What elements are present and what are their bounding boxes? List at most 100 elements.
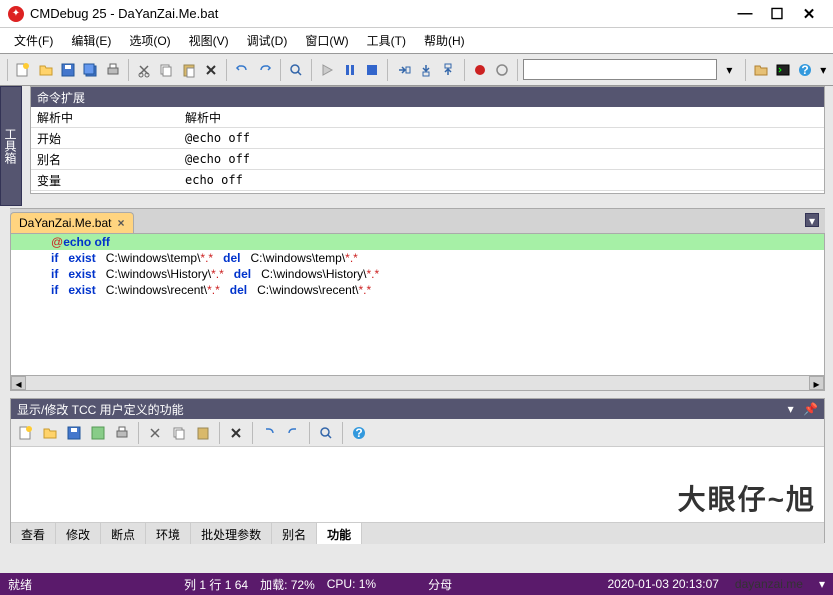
- command-expand-panel: 命令扩展 解析中解析中 开始@echo off 别名@echo off 变量ec…: [30, 86, 825, 194]
- app-icon: ✦: [8, 6, 24, 22]
- toolbox-sidebar[interactable]: 工具箱: [0, 86, 22, 206]
- code-line: if exist C:\windows\recent\*.* del C:\wi…: [11, 282, 824, 298]
- folder-open2-icon[interactable]: [750, 59, 770, 81]
- copy-icon[interactable]: [156, 59, 176, 81]
- cmd-row[interactable]: 解析中解析中: [31, 107, 824, 128]
- minimize-button[interactable]: —: [729, 5, 761, 22]
- watermark-url: dayanzai.me: [735, 577, 803, 591]
- menu-view[interactable]: 视图(V): [181, 29, 237, 52]
- tab-modify[interactable]: 修改: [56, 523, 101, 544]
- pause-icon[interactable]: [340, 59, 360, 81]
- pin-icon[interactable]: 📌: [803, 402, 818, 416]
- save-icon[interactable]: [63, 422, 85, 444]
- menu-window[interactable]: 窗口(W): [297, 29, 356, 52]
- tab-env[interactable]: 环境: [146, 523, 191, 544]
- paste-icon[interactable]: [192, 422, 214, 444]
- cmd-row[interactable]: 开始@echo off: [31, 128, 824, 149]
- functions-panel-title: 显示/修改 TCC 用户定义的功能: [17, 401, 184, 418]
- stop-icon[interactable]: [362, 59, 382, 81]
- status-position: 列 1 行 1 64: [184, 576, 248, 593]
- svg-text:?: ?: [802, 63, 809, 77]
- file-tab-active[interactable]: DaYanZai.Me.bat ×: [10, 212, 134, 233]
- panel-dropdown-icon[interactable]: ▾: [788, 402, 794, 416]
- watermark-text: 大眼仔~旭: [678, 478, 816, 518]
- toolbar-search-input[interactable]: [523, 59, 717, 80]
- step-over-icon[interactable]: [393, 59, 413, 81]
- tab-batch-params[interactable]: 批处理参数: [191, 523, 272, 544]
- status-ready: 就绪: [8, 576, 32, 593]
- help-icon[interactable]: ?: [795, 59, 815, 81]
- cmd-row[interactable]: 变量echo off: [31, 170, 824, 191]
- statusbar: 就绪 列 1 行 1 64 加载: 72% CPU: 1% 分母 2020-01…: [0, 573, 833, 595]
- file-tab-label: DaYanZai.Me.bat: [19, 216, 112, 230]
- redo-icon[interactable]: [255, 59, 275, 81]
- code-editor[interactable]: @echo off if exist C:\windows\temp\*.* d…: [10, 233, 825, 388]
- code-line: if exist C:\windows\History\*.* del C:\w…: [11, 266, 824, 282]
- step-out-icon[interactable]: [438, 59, 458, 81]
- menubar: 文件(F) 编辑(E) 选项(O) 视图(V) 调试(D) 窗口(W) 工具(T…: [0, 28, 833, 54]
- find-icon[interactable]: [286, 59, 306, 81]
- delete-icon[interactable]: [201, 59, 221, 81]
- tabbar-dropdown-icon[interactable]: ▾: [805, 213, 819, 227]
- open-folder-icon[interactable]: [39, 422, 61, 444]
- window-title: CMDebug 25 - DaYanZai.Me.bat: [30, 6, 729, 21]
- menu-edit[interactable]: 编辑(E): [63, 29, 119, 52]
- find-icon[interactable]: [315, 422, 337, 444]
- tab-breakpoint[interactable]: 断点: [101, 523, 146, 544]
- menu-help[interactable]: 帮助(H): [416, 29, 473, 52]
- console-icon[interactable]: [773, 59, 793, 81]
- svg-text:?: ?: [355, 426, 362, 440]
- main-toolbar: ▾ ? ▾: [0, 54, 833, 86]
- scroll-right-icon[interactable]: ▸: [809, 376, 824, 390]
- copy-icon[interactable]: [168, 422, 190, 444]
- code-line: if exist C:\windows\temp\*.* del C:\wind…: [11, 250, 824, 266]
- cut-icon[interactable]: [144, 422, 166, 444]
- new-file-icon[interactable]: [13, 59, 33, 81]
- functions-body[interactable]: 大眼仔~旭: [11, 447, 824, 522]
- print-icon[interactable]: [111, 422, 133, 444]
- tab-close-icon[interactable]: ×: [118, 216, 125, 230]
- status-time: 2020-01-03 20:13:07: [607, 577, 718, 591]
- status-cpu: CPU: 1%: [327, 577, 376, 591]
- tab-alias[interactable]: 别名: [272, 523, 317, 544]
- cut-icon[interactable]: [134, 59, 154, 81]
- menu-file[interactable]: 文件(F): [6, 29, 61, 52]
- help-dropdown-icon[interactable]: ▾: [818, 59, 829, 81]
- print-icon[interactable]: [102, 59, 122, 81]
- undo-icon[interactable]: [232, 59, 252, 81]
- save-all-icon[interactable]: [80, 59, 100, 81]
- help-icon[interactable]: ?: [348, 422, 370, 444]
- menu-options[interactable]: 选项(O): [121, 29, 178, 52]
- titlebar: ✦ CMDebug 25 - DaYanZai.Me.bat — ☐ ✕: [0, 0, 833, 28]
- open-folder-icon[interactable]: [35, 59, 55, 81]
- redo-icon[interactable]: [282, 422, 304, 444]
- status-mem: 分母: [428, 576, 452, 593]
- step-into-icon[interactable]: [416, 59, 436, 81]
- editor-scrollbar[interactable]: ◂ ▸: [10, 375, 825, 391]
- functions-tab-bar: 查看 修改 断点 环境 批处理参数 别名 功能: [11, 522, 824, 544]
- close-button[interactable]: ✕: [793, 5, 825, 23]
- functions-toolbar: ?: [11, 419, 824, 447]
- scroll-left-icon[interactable]: ◂: [11, 376, 26, 390]
- record-icon[interactable]: [469, 59, 489, 81]
- cmd-row[interactable]: 别名@echo off: [31, 149, 824, 170]
- menu-tools[interactable]: 工具(T): [359, 29, 414, 52]
- functions-panel: 显示/修改 TCC 用户定义的功能 ▾ 📌 ? 大眼仔~旭 查看 修改 断点 环…: [10, 398, 825, 543]
- paste-icon[interactable]: [179, 59, 199, 81]
- maximize-button[interactable]: ☐: [761, 5, 793, 23]
- undo-icon[interactable]: [258, 422, 280, 444]
- toolbar-dropdown-icon[interactable]: ▾: [719, 59, 739, 81]
- file-tab-bar: DaYanZai.Me.bat × ▾: [10, 208, 825, 233]
- menu-debug[interactable]: 调试(D): [239, 29, 296, 52]
- tab-view[interactable]: 查看: [11, 523, 56, 544]
- status-load: 加载: 72%: [260, 576, 315, 593]
- run-icon[interactable]: [317, 59, 337, 81]
- status-dropdown-icon[interactable]: ▾: [819, 577, 825, 591]
- new-file-icon[interactable]: [15, 422, 37, 444]
- export-icon[interactable]: [87, 422, 109, 444]
- save-icon[interactable]: [58, 59, 78, 81]
- tab-functions[interactable]: 功能: [317, 523, 362, 544]
- code-line: @echo off: [11, 234, 824, 250]
- record-outline-icon[interactable]: [492, 59, 512, 81]
- delete-icon[interactable]: [225, 422, 247, 444]
